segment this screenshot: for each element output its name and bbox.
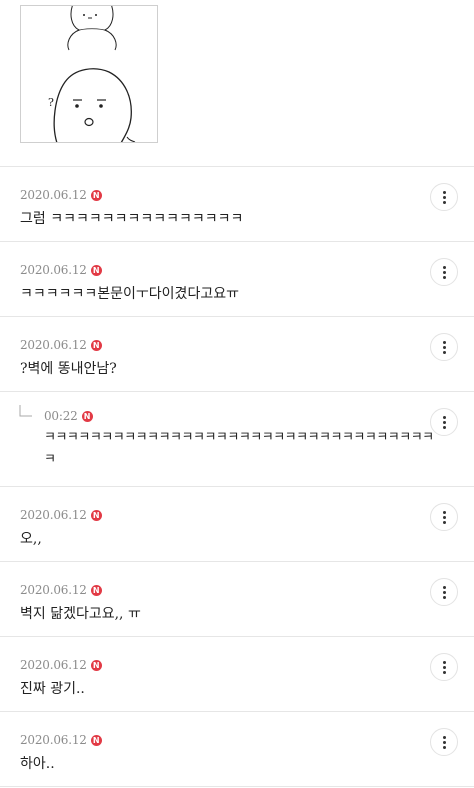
more-vertical-icon [443, 191, 446, 194]
reply-time: 00:22 [44, 409, 78, 423]
more-options-button[interactable] [430, 728, 458, 756]
comment-date: 2020.06.12 [20, 338, 87, 352]
new-badge: N [90, 339, 102, 351]
reply-text: ㅋㅋㅋㅋㅋㅋㅋㅋㅋㅋㅋㅋㅋㅋㅋㅋㅋㅋㅋㅋㅋㅋㅋㅋㅋㅋㅋㅋㅋㅋㅋㅋㅋㅋㅋ [44, 430, 434, 467]
comment-text: ?벽에 똥내안남? [20, 361, 117, 377]
comment-date: 2020.06.12 [20, 508, 87, 522]
comment-item: 2020.06.12 N ㅋㅋㅋㅋㅋㅋ본문이ㅜ다이겼다고요ㅠ [0, 241, 474, 315]
comment-text: 하아.. [20, 756, 55, 772]
more-vertical-icon [443, 416, 446, 419]
more-vertical-icon [443, 511, 446, 514]
new-badge: N [90, 264, 102, 276]
more-vertical-icon [443, 661, 446, 664]
more-options-button[interactable] [430, 653, 458, 681]
comment-item: 2020.06.12 N ?벽에 똥내안남? [0, 316, 474, 390]
comment-text: 벽지 닮겠다고요,, ㅠ [20, 606, 141, 622]
comment-meta: 2020.06.12 N [20, 583, 102, 597]
comment-date: 2020.06.12 [20, 658, 87, 672]
more-vertical-icon [443, 341, 446, 344]
new-badge: N [90, 659, 102, 671]
image-comment-area: ? [0, 0, 474, 166]
comment-meta: 2020.06.12 N [20, 508, 102, 522]
more-vertical-icon [443, 586, 446, 589]
comment-date: 2020.06.12 [20, 733, 87, 747]
divider [0, 786, 474, 787]
more-vertical-icon [440, 0, 450, 6]
doodle-image[interactable]: ? [20, 3, 158, 144]
more-options-button[interactable] [430, 258, 458, 286]
doodle-drawing: ? [48, 3, 136, 144]
comment-item: 2020.06.12 N 진짜 광기.. [0, 636, 474, 710]
more-vertical-icon [443, 736, 446, 739]
comment-meta: 2020.06.12 N [20, 188, 102, 202]
comment-date: 2020.06.12 [20, 188, 87, 202]
comment-date: 2020.06.12 [20, 583, 87, 597]
comment-text: ㅋㅋㅋㅋㅋㅋ본문이ㅜ다이겼다고요ㅠ [20, 286, 239, 302]
comment-meta: 2020.06.12 N [20, 338, 102, 352]
comment-meta: 2020.06.12 N [20, 658, 102, 672]
reply-meta: 00:22 N [44, 409, 93, 423]
more-vertical-icon [443, 266, 446, 269]
comment-item: 2020.06.12 N 오,, [0, 486, 474, 560]
comment-text: 오,, [20, 531, 42, 547]
comment-item: 2020.06.12 N 그럼 ㅋㅋㅋㅋㅋㅋㅋㅋㅋㅋㅋㅋㅋㅋㅋ [0, 166, 474, 240]
reply-item: 00:22 N ㅋㅋㅋㅋㅋㅋㅋㅋㅋㅋㅋㅋㅋㅋㅋㅋㅋㅋㅋㅋㅋㅋㅋㅋㅋㅋㅋㅋㅋㅋㅋㅋ… [0, 391, 474, 485]
more-options-button[interactable] [430, 408, 458, 436]
comment-text: 그럼 ㅋㅋㅋㅋㅋㅋㅋㅋㅋㅋㅋㅋㅋㅋㅋ [20, 211, 244, 227]
more-options-button[interactable] [430, 333, 458, 361]
comment-item: 2020.06.12 N 하아.. [0, 711, 474, 785]
new-badge: N [90, 584, 102, 596]
reply-arrow-icon [19, 405, 32, 417]
more-options-button[interactable] [432, 0, 458, 6]
comment-item: 2020.06.12 N 벽지 닮겠다고요,, ㅠ [0, 561, 474, 635]
comment-text: 진짜 광기.. [20, 681, 85, 697]
more-options-button[interactable] [430, 183, 458, 211]
comment-meta: 2020.06.12 N [20, 263, 102, 277]
comment-meta: 2020.06.12 N [20, 733, 102, 747]
more-options-button[interactable] [430, 578, 458, 606]
new-badge: N [90, 189, 102, 201]
doodle-question-mark: ? [48, 96, 54, 109]
new-badge: N [90, 509, 102, 521]
more-options-button[interactable] [430, 503, 458, 531]
comment-date: 2020.06.12 [20, 263, 87, 277]
new-badge: N [81, 410, 93, 422]
new-badge: N [90, 734, 102, 746]
